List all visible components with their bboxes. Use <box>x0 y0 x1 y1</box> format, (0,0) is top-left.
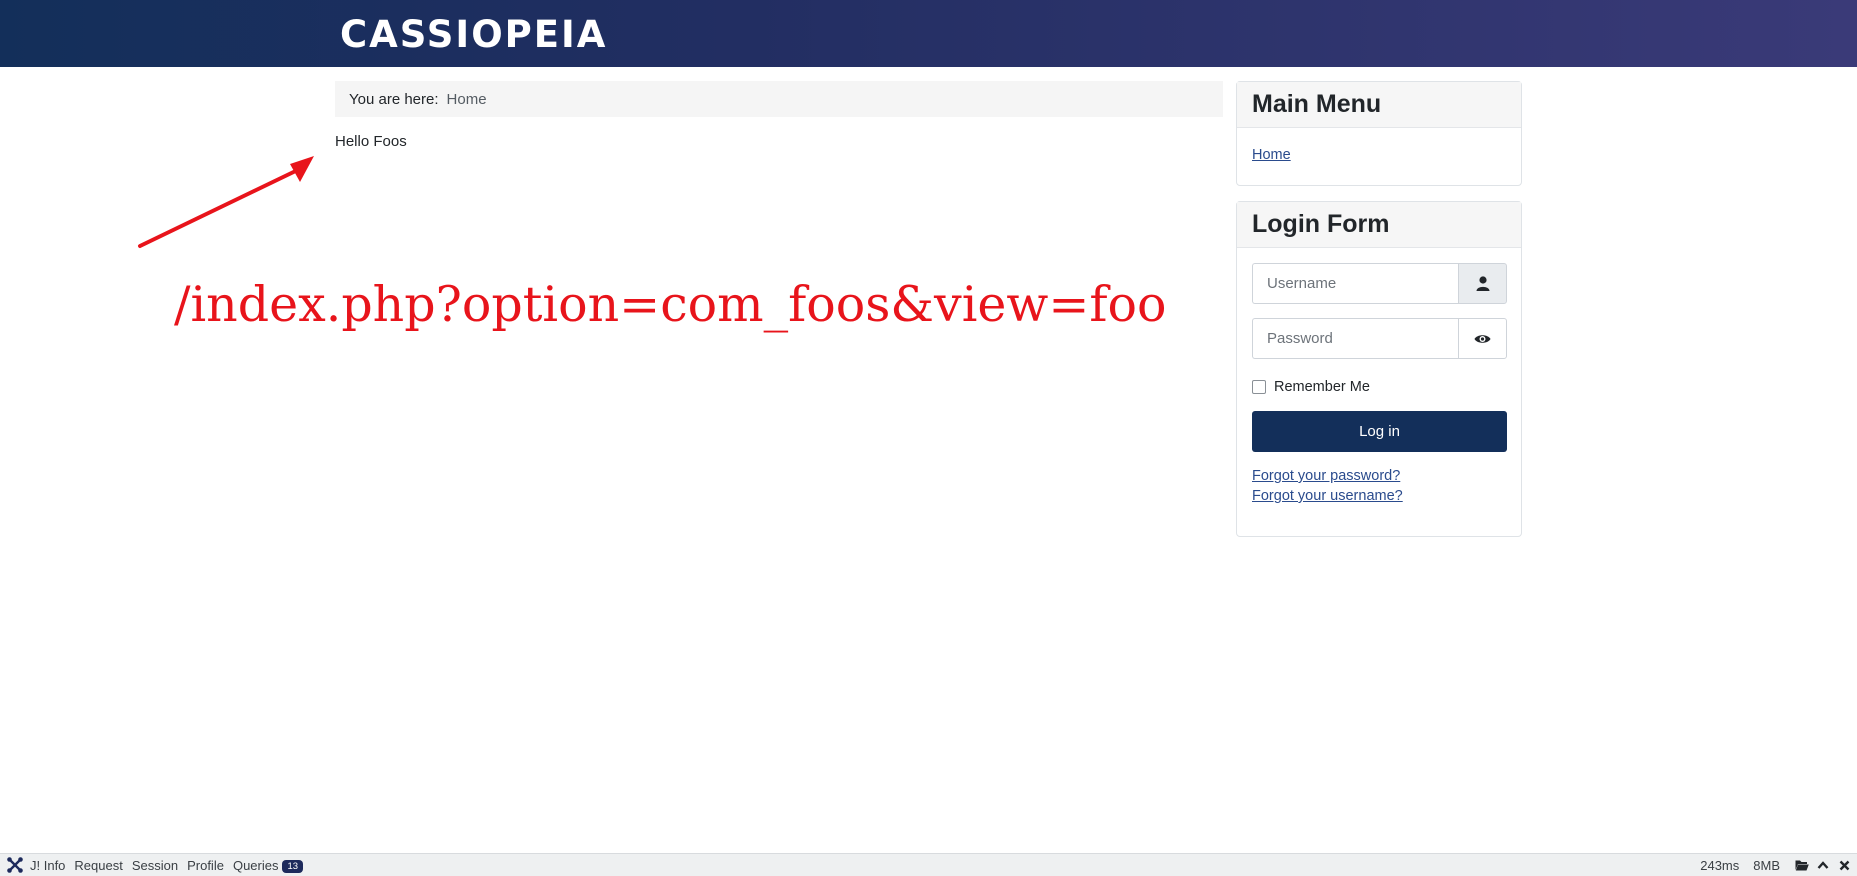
breadcrumb-item-home: Home <box>446 90 487 108</box>
debug-tab-session[interactable]: Session <box>132 858 178 873</box>
component-output: Hello Foos <box>335 133 407 150</box>
debug-tab-profile[interactable]: Profile <box>187 858 224 873</box>
site-header: CASSIOPEIA <box>0 0 1857 67</box>
debug-memory: 8MB <box>1753 857 1780 873</box>
debug-bar: J! Info Request Session Profile Queries 1… <box>0 853 1857 876</box>
main-menu-module: Main Menu Home <box>1236 81 1522 186</box>
remember-me-checkbox[interactable] <box>1252 380 1266 394</box>
user-icon <box>1458 263 1507 304</box>
site-brand[interactable]: CASSIOPEIA <box>340 13 607 56</box>
joomla-logo-icon[interactable] <box>6 856 24 874</box>
forgot-username-link[interactable]: Forgot your username? <box>1252 488 1506 504</box>
remember-me[interactable]: Remember Me <box>1252 379 1506 395</box>
breadcrumb: You are here: Home <box>335 81 1223 117</box>
debug-tab-queries[interactable]: Queries 13 <box>232 857 304 873</box>
debug-time: 243ms <box>1700 857 1740 873</box>
close-icon[interactable] <box>1836 857 1852 873</box>
menu-item-home[interactable]: Home <box>1252 147 1291 163</box>
queries-label: Queries <box>232 857 279 873</box>
login-button[interactable]: Log in <box>1252 411 1507 452</box>
username-input[interactable]: Username <box>1252 263 1458 304</box>
password-group: Password <box>1252 318 1507 359</box>
password-input[interactable]: Password <box>1252 318 1458 359</box>
login-form-title: Login Form <box>1237 202 1521 248</box>
debug-tab-info[interactable]: J! Info <box>30 858 65 873</box>
forgot-password-link[interactable]: Forgot your password? <box>1252 468 1506 484</box>
login-form-module: Login Form Username Password Remember Me… <box>1236 201 1522 537</box>
debug-tab-request[interactable]: Request <box>74 858 122 873</box>
annotation-url-text: /index.php?option=com_foos&view=foo <box>174 276 1167 333</box>
chevron-up-icon[interactable] <box>1815 857 1831 873</box>
annotation-arrow-icon <box>138 156 314 248</box>
breadcrumb-prefix: You are here: <box>349 90 439 108</box>
queries-count-badge: 13 <box>282 859 304 873</box>
show-password-eye-icon[interactable] <box>1458 318 1507 359</box>
main-menu-title: Main Menu <box>1237 82 1521 128</box>
folder-open-icon[interactable] <box>1794 857 1810 873</box>
remember-me-label: Remember Me <box>1274 379 1370 395</box>
username-group: Username <box>1252 263 1507 304</box>
